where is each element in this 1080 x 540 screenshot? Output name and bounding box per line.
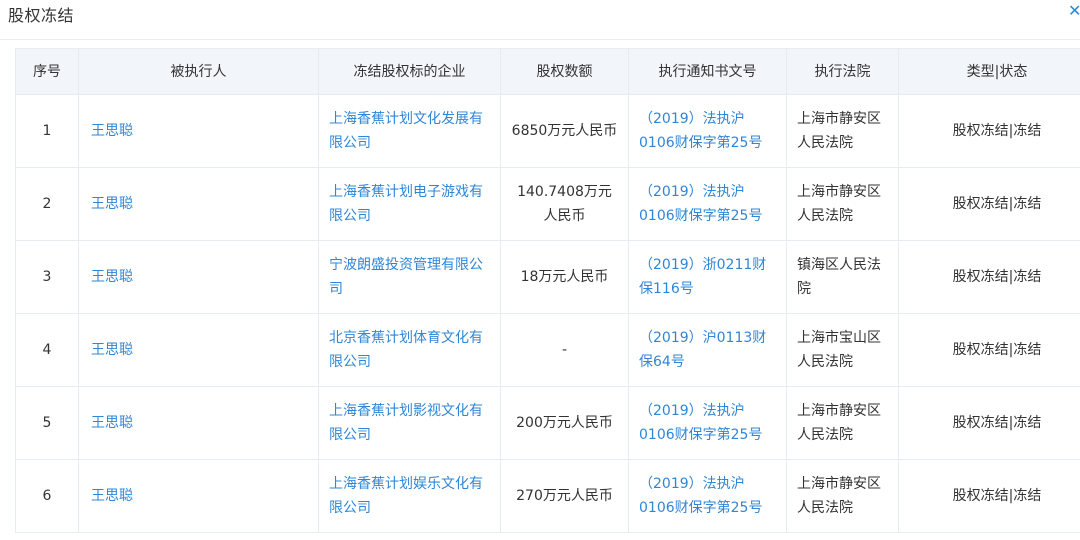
- company-link[interactable]: 上海香蕉计划电子游戏有限公司: [318, 167, 501, 241]
- company-link[interactable]: 上海香蕉计划娱乐文化有限公司: [318, 459, 501, 533]
- notice-number-link[interactable]: （2019）法执沪0106财保字第25号: [628, 94, 787, 168]
- executee-link[interactable]: 王思聪: [78, 167, 319, 241]
- executee-link[interactable]: 王思聪: [78, 386, 319, 460]
- row-index: 6: [15, 459, 79, 533]
- notice-number-link[interactable]: （2019）法执沪0106财保字第25号: [628, 459, 787, 533]
- header-notice-number: 执行通知书文号: [628, 48, 787, 95]
- equity-amount: 200万元人民币: [500, 386, 629, 460]
- company-link[interactable]: 宁波朗盛投资管理有限公司: [318, 240, 501, 314]
- row-index: 4: [15, 313, 79, 387]
- court: 上海市静安区人民法院: [786, 94, 899, 168]
- table-row: 1 王思聪 上海香蕉计划文化发展有限公司 6850万元人民币 （2019）法执沪…: [15, 94, 1080, 168]
- court: 上海市静安区人民法院: [786, 459, 899, 533]
- status: 股权冻结|冻结: [898, 386, 1080, 460]
- equity-amount: 6850万元人民币: [500, 94, 629, 168]
- notice-number-link[interactable]: （2019）法执沪0106财保字第25号: [628, 386, 787, 460]
- header-index: 序号: [15, 48, 79, 95]
- company-link[interactable]: 北京香蕉计划体育文化有限公司: [318, 313, 501, 387]
- table-row: 6 王思聪 上海香蕉计划娱乐文化有限公司 270万元人民币 （2019）法执沪0…: [15, 459, 1080, 533]
- header-status: 类型|状态: [898, 48, 1080, 95]
- notice-number-link[interactable]: （2019）沪0113财保64号: [628, 313, 787, 387]
- table-header-row: 序号 被执行人 冻结股权标的企业 股权数额 执行通知书文号 执行法院 类型|状态: [15, 48, 1080, 95]
- header-executee: 被执行人: [78, 48, 319, 95]
- equity-amount: -: [500, 313, 629, 387]
- executee-link[interactable]: 王思聪: [78, 240, 319, 314]
- status: 股权冻结|冻结: [898, 167, 1080, 241]
- header-amount: 股权数额: [500, 48, 629, 95]
- court: 上海市静安区人民法院: [786, 167, 899, 241]
- equity-amount: 270万元人民币: [500, 459, 629, 533]
- table-row: 5 王思聪 上海香蕉计划影视文化有限公司 200万元人民币 （2019）法执沪0…: [15, 386, 1080, 460]
- table-row: 3 王思聪 宁波朗盛投资管理有限公司 18万元人民币 （2019）浙0211财保…: [15, 240, 1080, 314]
- company-link[interactable]: 上海香蕉计划影视文化有限公司: [318, 386, 501, 460]
- row-index: 3: [15, 240, 79, 314]
- notice-number-link[interactable]: （2019）浙0211财保116号: [628, 240, 787, 314]
- executee-link[interactable]: 王思聪: [78, 94, 319, 168]
- status: 股权冻结|冻结: [898, 459, 1080, 533]
- row-index: 1: [15, 94, 79, 168]
- close-icon[interactable]: ✕: [1068, 2, 1080, 20]
- company-link[interactable]: 上海香蕉计划文化发展有限公司: [318, 94, 501, 168]
- court: 镇海区人民法院: [786, 240, 899, 314]
- court: 上海市宝山区人民法院: [786, 313, 899, 387]
- executee-link[interactable]: 王思聪: [78, 459, 319, 533]
- equity-amount: 18万元人民币: [500, 240, 629, 314]
- divider: [0, 39, 1080, 40]
- header-company: 冻结股权标的企业: [318, 48, 501, 95]
- page-title: 股权冻结: [8, 6, 75, 25]
- row-index: 2: [15, 167, 79, 241]
- table-row: 4 王思聪 北京香蕉计划体育文化有限公司 - （2019）沪0113财保64号 …: [15, 313, 1080, 387]
- table-row: 2 王思聪 上海香蕉计划电子游戏有限公司 140.7408万元人民币 （2019…: [15, 167, 1080, 241]
- executee-link[interactable]: 王思聪: [78, 313, 319, 387]
- status: 股权冻结|冻结: [898, 240, 1080, 314]
- court: 上海市静安区人民法院: [786, 386, 899, 460]
- header-court: 执行法院: [786, 48, 899, 95]
- equity-freeze-table: 序号 被执行人 冻结股权标的企业 股权数额 执行通知书文号 执行法院 类型|状态…: [15, 48, 1080, 533]
- equity-amount: 140.7408万元人民币: [500, 167, 629, 241]
- row-index: 5: [15, 386, 79, 460]
- status: 股权冻结|冻结: [898, 313, 1080, 387]
- status: 股权冻结|冻结: [898, 94, 1080, 168]
- notice-number-link[interactable]: （2019）法执沪0106财保字第25号: [628, 167, 787, 241]
